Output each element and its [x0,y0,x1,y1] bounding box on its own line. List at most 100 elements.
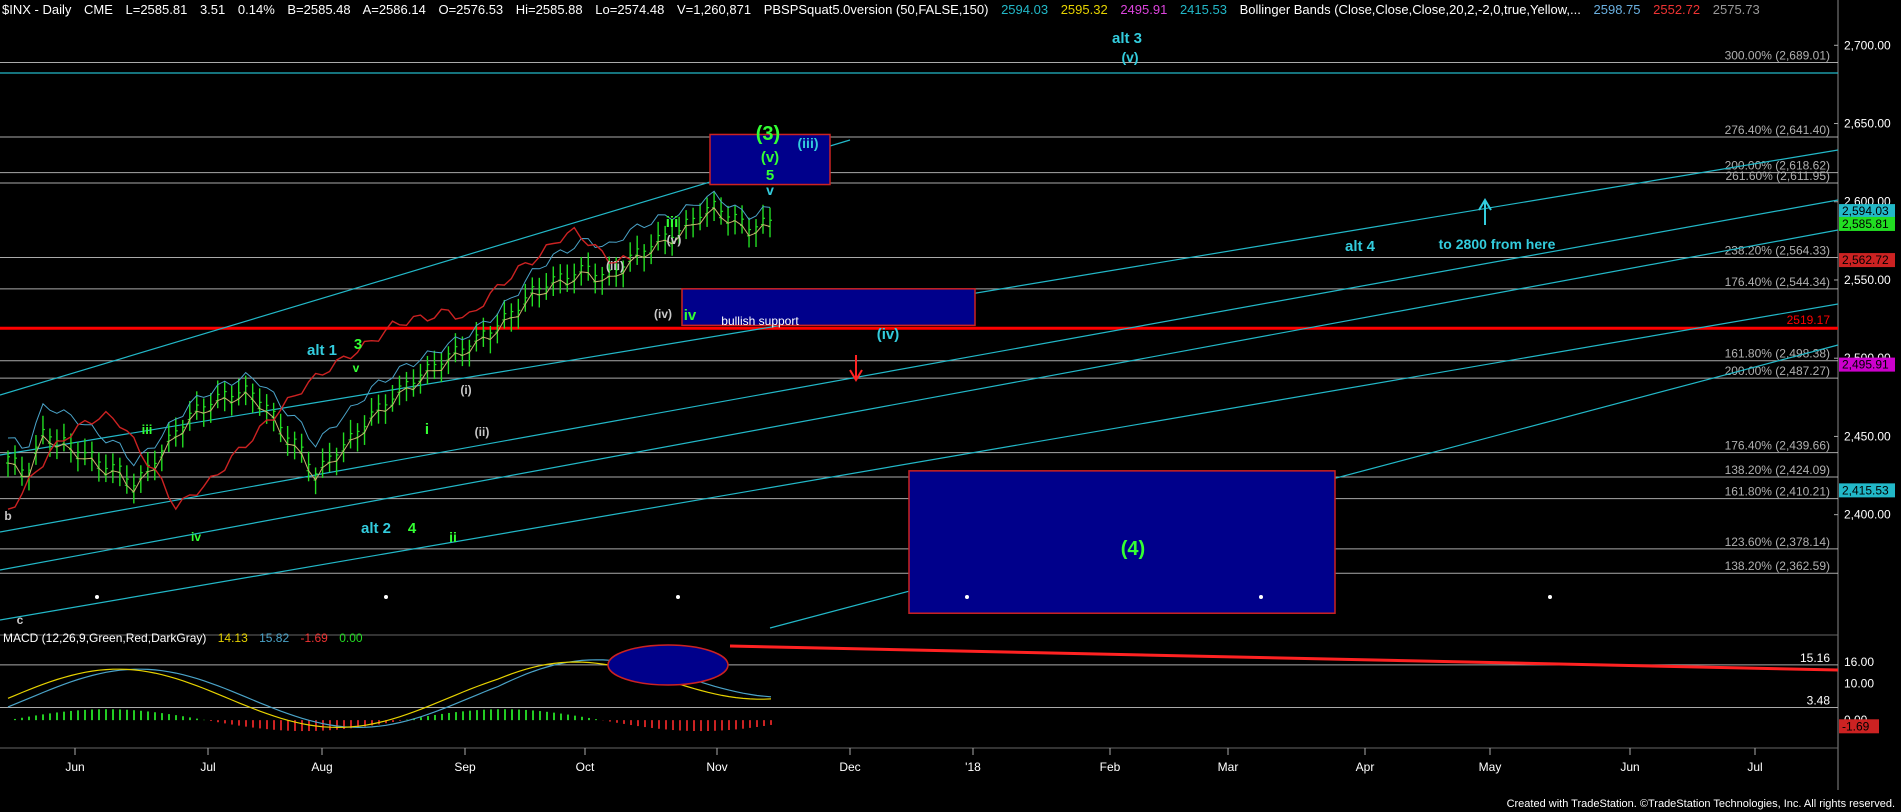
exchange-label: CME [83,2,113,17]
fib-level-label: 276.40% (2,641.40) [1725,123,1830,137]
wave-label: (3) [756,123,780,145]
projection-dot [965,595,969,599]
macd-tick-label: 16.00 [1844,655,1874,669]
last-price: L=2585.81 [125,2,188,17]
wave-label: v [353,361,360,375]
fib-level-label: 161.80% (2,410.21) [1725,485,1830,499]
wave-label: alt 1 [307,342,337,359]
projection-dot [676,595,680,599]
bollinger-value-3: 2575.73 [1712,2,1760,17]
volume-value: V=1,260,871 [676,2,752,17]
wave-label: 4 [408,520,417,537]
bollinger-label: Bollinger Bands (Close,Close,Close,20,2,… [1239,2,1581,17]
bollinger-value-2: 2552.72 [1653,2,1701,17]
symbol-label: $INX - Daily [2,2,72,17]
month-label: Jun [65,760,84,774]
fib-level-label: 138.20% (2,362.59) [1725,559,1830,573]
low-value: Lo=2574.48 [595,2,665,17]
y-tick-label: 2,650.00 [1844,117,1891,131]
footer-credit: Created with TradeStation. ©TradeStation… [1506,798,1895,810]
wave-label: (iv) [654,307,672,321]
price-tag-label: 2,415.53 [1842,483,1889,497]
macd-marker-label: 15.16 [1800,651,1830,665]
y-tick-label: 2,400.00 [1844,508,1891,522]
fib-level-label: 176.40% (2,544.34) [1725,275,1830,289]
month-label: Mar [1218,760,1239,774]
macd-value: 14.13 [217,631,248,645]
month-label: Jul [1747,760,1762,774]
macd-marker-label: 3.48 [1807,693,1831,707]
macd-trendline [729,644,1839,672]
macd-label: MACD (12,26,9,Green,Red,DarkGray) [3,631,207,645]
bullish-support-label: bullish support [721,314,799,328]
wave-label: iv [191,530,201,544]
month-label: Oct [576,760,595,774]
macd-signal-value: 15.82 [259,631,290,645]
fib-level-label: 176.40% (2,439.66) [1725,439,1830,453]
month-label: Jun [1620,760,1639,774]
wave-label: (ii) [475,425,490,439]
fib-level-label: 123.60% (2,378.14) [1725,535,1830,549]
price-tag-label: 2,495.91 [1842,358,1889,372]
macd-tick-label: 10.00 [1844,677,1874,691]
macd-hist-value: -1.69 [300,631,328,645]
indicator1-value-4: 2415.53 [1179,2,1227,17]
bid-value: B=2585.48 [287,2,351,17]
y-tick-label: 2,450.00 [1844,429,1891,443]
price-tag-label: 2,585.81 [1842,217,1889,231]
wave-label: ii [449,529,457,545]
projection-dot [1548,595,1552,599]
month-label: Nov [706,760,727,774]
macd-header: MACD (12,26,9,Green,Red,DarkGray) 14.13 … [3,631,371,645]
wave-label: b [4,509,11,523]
fib-level-label: 138.20% (2,424.09) [1725,463,1830,477]
fib-level-label: 300.00% (2,689.01) [1725,48,1830,62]
wave-label: (v) [1121,49,1138,65]
price-chart: Jun Jul Aug Sep Oct Nov Dec '18 Feb Mar Apr May Jun J… [0,0,1895,790]
ask-value: A=2586.14 [362,2,426,17]
wave-label: (iii) [798,135,819,151]
macd-zero-value: 0.00 [339,631,363,645]
change-value: 3.51 [199,2,226,17]
wave-label: c [17,613,24,627]
wave-label: (v) [761,149,779,166]
wave-label: alt 3 [1112,30,1142,47]
wave-label: (v) [667,233,682,247]
indicator1-value-2: 2595.32 [1060,2,1108,17]
wave-label: alt 4 [1345,238,1376,255]
month-label: Jul [200,760,215,774]
projection-dot [384,595,388,599]
month-label: '18 [965,760,981,774]
fib-level-label: 238.20% (2,564.33) [1725,244,1830,258]
wave-label: alt 2 [361,520,391,537]
wave-label: (iv) [877,326,900,343]
indicator1-value-1: 2594.03 [1001,2,1049,17]
open-value: O=2576.53 [438,2,504,17]
bollinger-value-1: 2598.75 [1593,2,1641,17]
y-tick-label: 2,550.00 [1844,273,1891,287]
high-value: Hi=2585.88 [515,2,583,17]
macd-highlight-ellipse [607,644,729,686]
wave-label: to 2800 from here [1439,236,1556,252]
bollinger-mid [7,207,771,493]
projection-dot [1259,595,1263,599]
wave-label: iii [142,422,153,437]
change-pct: 0.14% [237,2,275,17]
wave-label: iii [666,214,679,231]
fib-level-label: 261.60% (2,611.95) [1725,169,1830,183]
price-tag-label: 2,562.72 [1842,253,1889,267]
y-tick-label: 2,700.00 [1844,38,1891,52]
month-label: May [1479,760,1502,774]
indicator1-label: PBSPSquat5.0version (50,FALSE,150) [763,2,989,17]
month-label: Dec [839,760,860,774]
chart-header: $INX - Daily CME L=2585.81 3.51 0.14% B=… [2,2,1769,17]
fib-level-label: 161.80% (2,498.38) [1725,347,1830,361]
wave-label: i [425,421,429,438]
wave-label: (iii) [606,259,624,273]
indicator1-value-3: 2495.91 [1120,2,1168,17]
wave-label: v [766,182,774,198]
wave-label: (i) [460,383,471,397]
wave-label: 3 [354,336,362,353]
month-label: Apr [1356,760,1375,774]
wave-label: iv [684,307,697,324]
